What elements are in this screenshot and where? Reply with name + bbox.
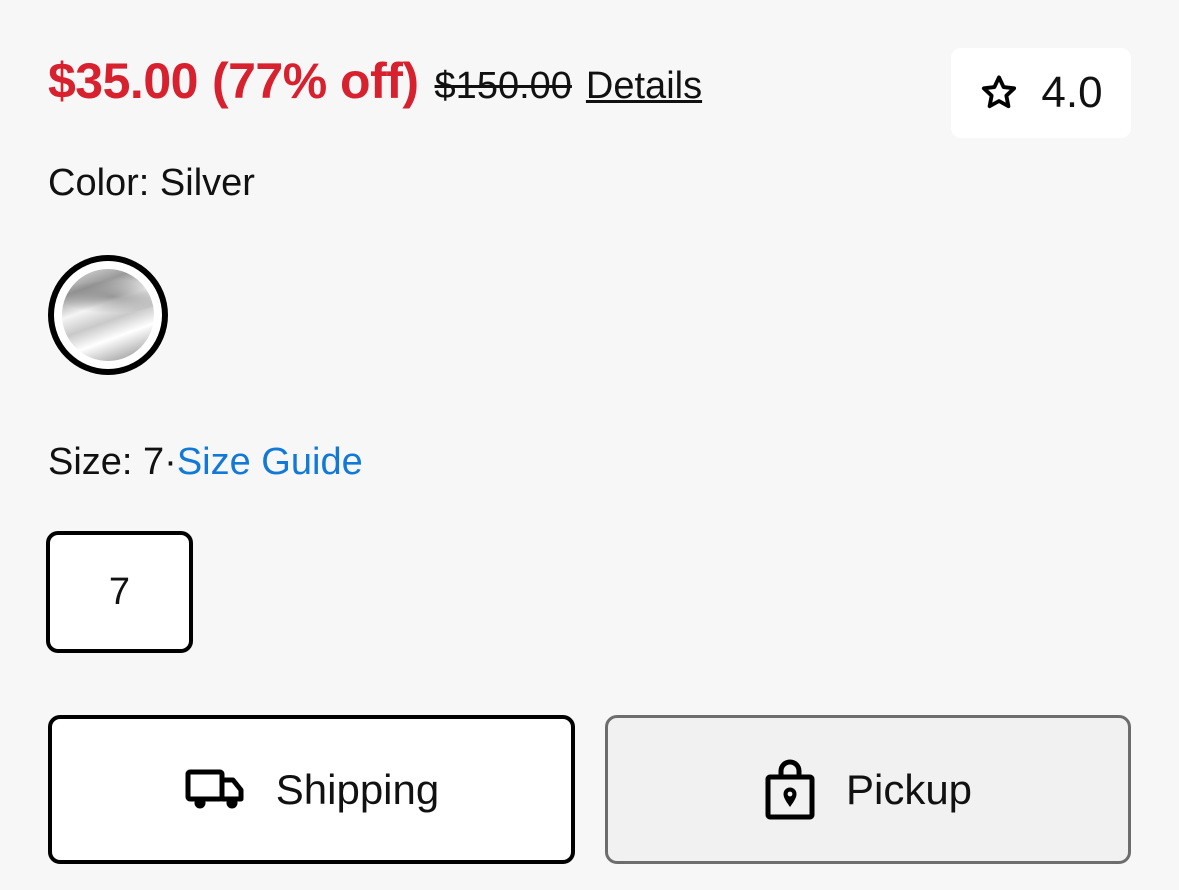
size-label: Size: 7·: [48, 441, 177, 483]
size-option-7[interactable]: 7: [46, 531, 193, 653]
shopping-bag-location-icon: [765, 759, 815, 819]
original-price: $150.00: [434, 65, 572, 107]
discount-percent: (77% off): [211, 53, 419, 109]
shipping-label: Shipping: [275, 765, 440, 813]
shipping-button[interactable]: Shipping: [48, 715, 575, 864]
silver-swatch-image: [62, 269, 154, 361]
color-swatch-silver[interactable]: [48, 255, 168, 375]
details-link[interactable]: Details: [586, 65, 702, 108]
pickup-button[interactable]: Pickup: [605, 715, 1131, 864]
pickup-label: Pickup: [845, 765, 973, 813]
rating-value: 4.0: [1041, 68, 1103, 117]
size-label-row: Size: 7·Size Guide: [48, 441, 363, 484]
color-label: Color: Silver: [48, 162, 255, 204]
rating-badge[interactable]: 4.0: [951, 48, 1131, 138]
star-outline-icon: [982, 75, 1017, 109]
price-row: $35.00 (77% off) $150.00 Details: [48, 52, 702, 110]
size-guide-link[interactable]: Size Guide: [177, 441, 363, 483]
truck-icon: [185, 769, 244, 808]
sale-price: $35.00: [48, 53, 198, 109]
